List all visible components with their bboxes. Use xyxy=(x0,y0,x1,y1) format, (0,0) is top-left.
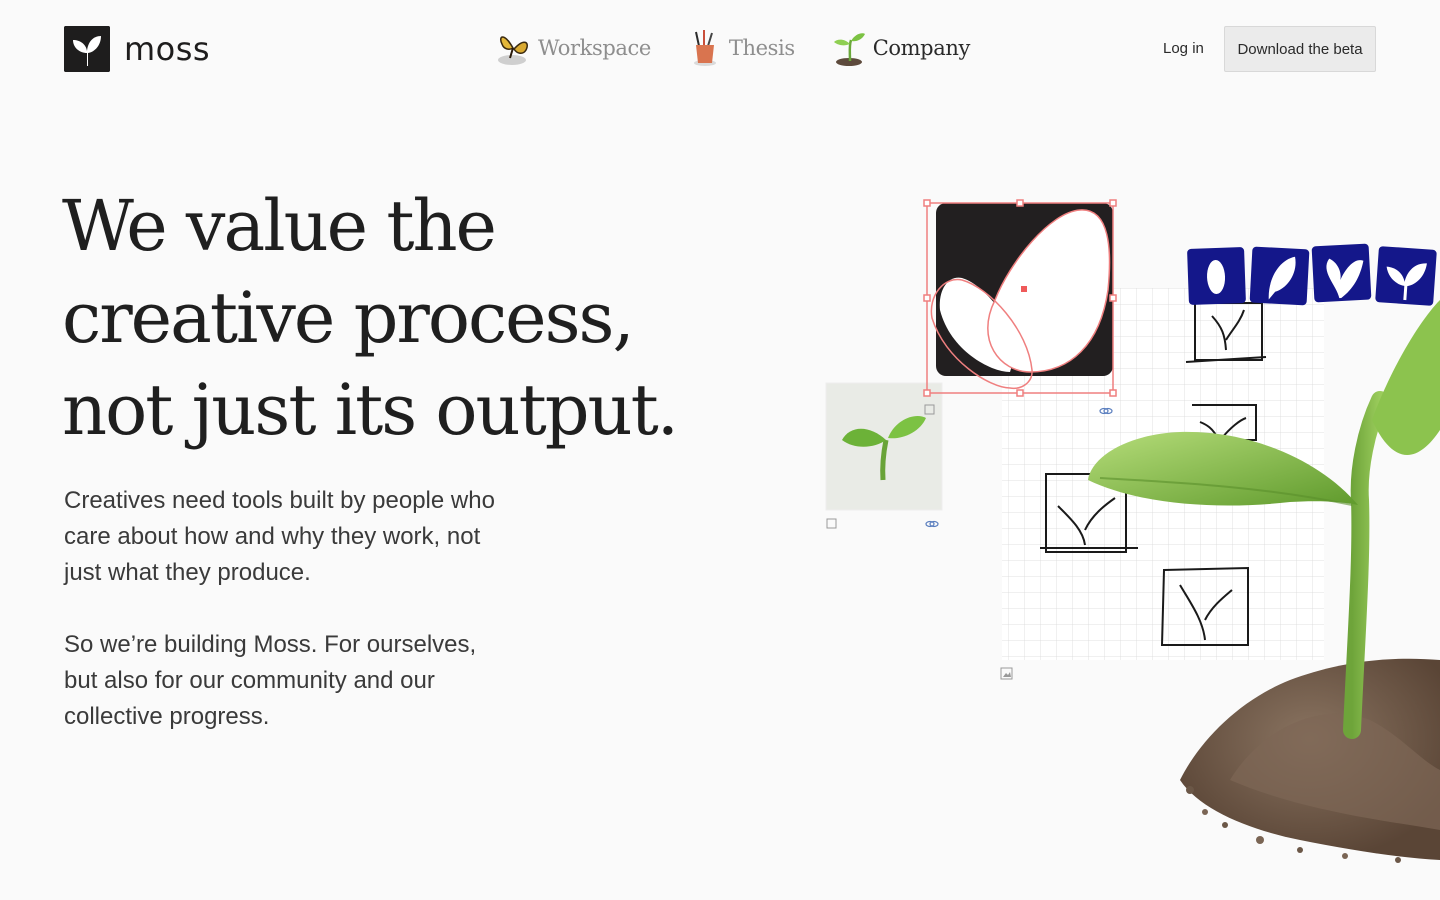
soil-mound xyxy=(1180,658,1440,863)
login-link[interactable]: Log in xyxy=(1163,40,1204,57)
hero-paragraph-2: So we’re building Moss. For ourselves, b… xyxy=(64,631,477,730)
sprout-icon xyxy=(833,33,865,66)
main-nav: Workspace Thesis Company xyxy=(496,28,1006,68)
pencil-cup-icon xyxy=(693,30,716,66)
nav-item-thesis[interactable]: Thesis xyxy=(687,28,795,68)
nav-item-label: Company xyxy=(872,36,971,60)
nav-item-workspace[interactable]: Workspace xyxy=(496,28,651,68)
headline-line: We value the xyxy=(62,185,497,267)
hero-paragraph-1: Creatives need tools built by people who… xyxy=(64,487,495,586)
nav-item-company[interactable]: Company xyxy=(831,28,970,68)
link-icon xyxy=(925,520,939,528)
download-beta-button[interactable]: Download the beta xyxy=(1224,26,1376,72)
moss-logo-icon xyxy=(64,26,110,72)
nav-item-label: Thesis xyxy=(728,36,795,60)
butterfly-icon xyxy=(498,36,528,65)
logo-link[interactable]: moss xyxy=(64,26,210,72)
headline-line: not just its output. xyxy=(62,369,679,451)
site-header: moss Workspace Thesis Company Log in Dow… xyxy=(0,0,1440,96)
brand-name: moss xyxy=(124,30,211,68)
anchor-point[interactable] xyxy=(1021,286,1027,292)
hero-headline: We value the creative process, not just … xyxy=(62,180,722,456)
headline-line: creative process, xyxy=(62,277,635,359)
image-icon xyxy=(826,518,837,529)
sprout-photo-card[interactable] xyxy=(825,382,943,529)
nav-item-label: Workspace xyxy=(538,36,651,60)
